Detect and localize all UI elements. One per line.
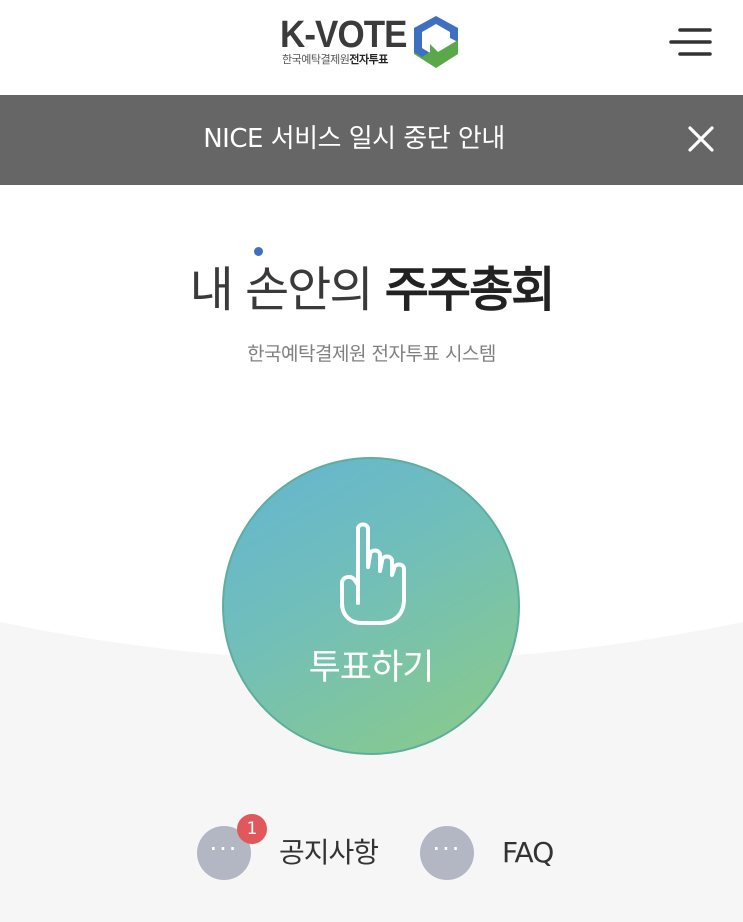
hero-title: 내 손안의 주주총회 — [0, 250, 743, 320]
notice-count-badge: 1 — [237, 814, 267, 844]
hamburger-menu-icon[interactable] — [668, 22, 714, 62]
hero-subtitle: 한국예탁결제원 전자투표 시스템 — [247, 343, 496, 365]
logo-text: K-VOTE — [280, 14, 407, 56]
header: K-VOTE 한국예탁결제원전자투표 — [0, 0, 743, 95]
vote-button-label: 투표하기 — [308, 648, 435, 688]
logo-sub-bold: 전자투표 — [349, 53, 388, 66]
pointing-hand-icon — [340, 522, 406, 625]
hero-title-bold: 주주총회 — [384, 262, 556, 318]
more-dots-icon: ··· — [420, 826, 474, 880]
page: K-VOTE 한국예탁결제원전자투표 NICE 서비스 일시 중단 안내 내 손… — [0, 0, 743, 922]
logo-sub-main: 한국예탁결제원 — [282, 53, 350, 66]
hero-title-light: 내 손안의 — [189, 262, 374, 318]
ballot-box-logo-icon — [414, 16, 458, 68]
faq-link-label: FAQ — [502, 836, 554, 869]
logo-subtitle: 한국예탁결제원전자투표 — [282, 51, 388, 67]
notice-link-label: 공지사항 — [279, 836, 379, 869]
vote-button[interactable]: 투표하기 — [222, 457, 520, 755]
notice-banner[interactable]: NICE 서비스 일시 중단 안내 — [0, 95, 743, 185]
close-icon[interactable] — [682, 120, 720, 158]
notice-text[interactable]: NICE 서비스 일시 중단 안내 — [0, 95, 708, 185]
k-vote-logo[interactable]: K-VOTE 한국예탁결제원전자투표 — [280, 14, 470, 70]
